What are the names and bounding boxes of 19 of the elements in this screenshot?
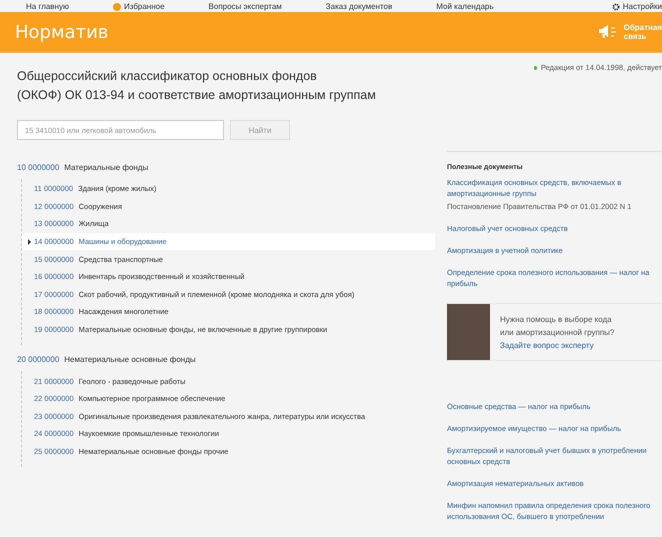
settings-icon[interactable]	[612, 3, 620, 11]
nav-link[interactable]: На главную	[26, 2, 69, 12]
settings-link[interactable]: Настройки	[622, 2, 662, 12]
expert-question: Нужна помощь в выборе кода	[500, 314, 613, 326]
nav-link[interactable]: Вопросы экспертам	[208, 2, 282, 12]
group-name: Материальные фонды	[64, 162, 148, 172]
site-title: Норматив	[15, 22, 110, 42]
group-code[interactable]: 10 0000000	[17, 162, 60, 172]
nav-link[interactable]: Избранное	[124, 2, 165, 12]
ask-expert-link[interactable]: Задайте вопрос эксперту	[500, 338, 614, 352]
nav-link[interactable]: Мой календарь	[436, 2, 494, 12]
nav-link[interactable]: Заказ документов	[326, 2, 392, 12]
expert-question: или амортизационной группы?	[500, 326, 614, 338]
photo-placeholder	[447, 304, 490, 360]
page-title: Общероссийский классификатор основных фондов (ОКОФ) ОК 013-94 и соответствие амортизационным группам	[17, 68, 377, 104]
pointer-icon	[28, 238, 31, 245]
megaphone-icon	[598, 24, 618, 40]
group-name: Нематериальные основные фонды	[64, 354, 196, 364]
group-code[interactable]: 20 0000000	[17, 354, 60, 364]
